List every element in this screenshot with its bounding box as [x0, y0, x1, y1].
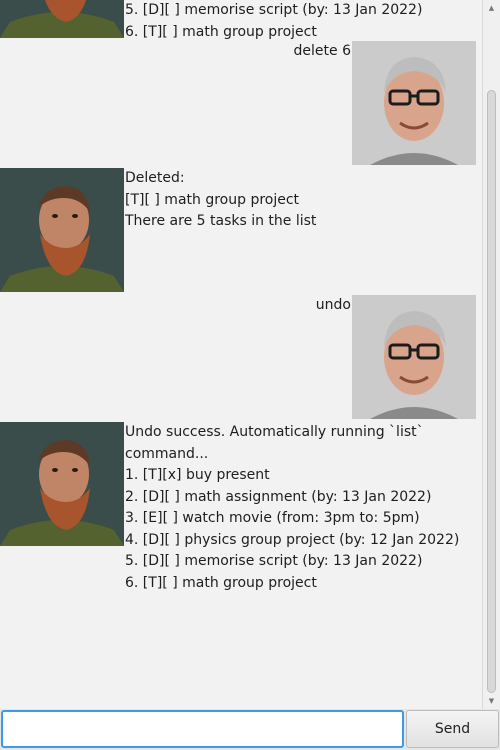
dialog-container[interactable]: 1. [T][x] buy present 2. [D][ ] math ass…: [0, 0, 482, 709]
duke-message-text: 1. [T][x] buy present 2. [D][ ] math ass…: [125, 2, 423, 40]
scroll-down-arrow-icon[interactable]: ▼: [483, 693, 500, 709]
duke-message-text: Deleted: [T][ ] math group project There…: [125, 170, 317, 229]
duke-avatar: [0, 0, 124, 38]
user-message-text: undo: [315, 297, 351, 313]
send-button[interactable]: Send: [406, 710, 499, 748]
user-message-text: delete 6: [293, 43, 351, 59]
message-row: undo: [0, 295, 482, 419]
input-bar: Send: [0, 709, 500, 750]
message-row: delete 6: [0, 41, 482, 165]
message-row: Undo success. Automatically running `lis…: [0, 422, 482, 591]
message-list: 1. [T][x] buy present 2. [D][ ] math ass…: [0, 0, 482, 591]
vertical-scrollbar[interactable]: ▲ ▼: [482, 0, 500, 709]
duke-message-text: Undo success. Automatically running `lis…: [125, 424, 460, 591]
user-avatar: [352, 41, 476, 165]
duke-avatar: [0, 168, 124, 292]
message-row: Deleted: [T][ ] math group project There…: [0, 168, 482, 292]
user-avatar: [352, 295, 476, 419]
message-row: 1. [T][x] buy present 2. [D][ ] math ass…: [0, 0, 482, 40]
message-input[interactable]: [1, 710, 404, 748]
duke-avatar: [0, 422, 124, 546]
scroll-up-arrow-icon[interactable]: ▲: [483, 0, 500, 16]
scrollbar-thumb[interactable]: [487, 90, 496, 693]
